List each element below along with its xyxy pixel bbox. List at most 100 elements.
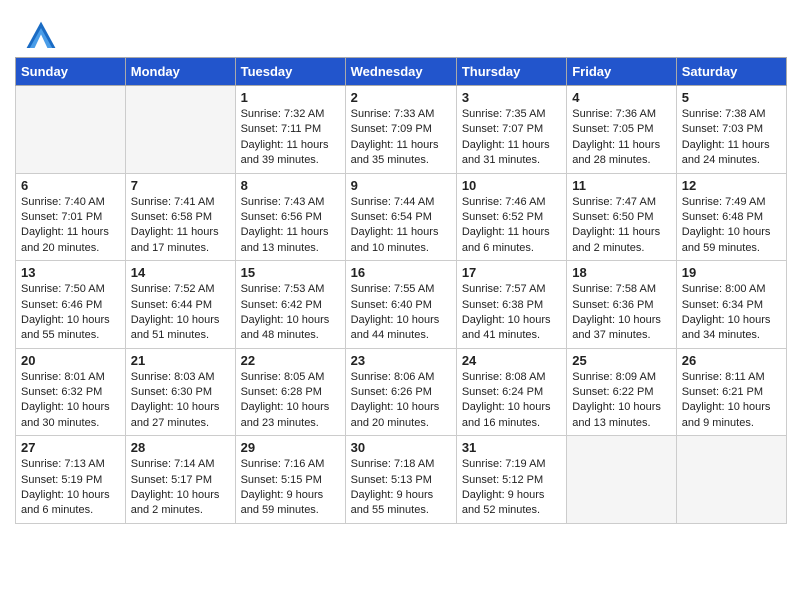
day-info: Sunrise: 7:46 AM Sunset: 6:52 PM Dayligh… [462,195,561,257]
calendar-cell: 18 Sunrise: 7:58 AM Sunset: 6:36 PM Dayli… [567,261,676,349]
day-number: 6 [21,178,120,193]
calendar-cell: 16 Sunrise: 7:55 AM Sunset: 6:40 PM Dayli… [345,261,456,349]
calendar-cell [567,436,676,524]
day-info: Sunrise: 7:58 AM Sunset: 6:36 PM Dayligh… [572,282,670,344]
calendar-cell: 23 Sunrise: 8:06 AM Sunset: 6:26 PM Dayli… [345,348,456,436]
day-info: Sunrise: 7:36 AM Sunset: 7:05 PM Dayligh… [572,107,670,169]
day-number: 18 [572,265,670,280]
calendar-cell: 27 Sunrise: 7:13 AM Sunset: 5:19 PM Dayli… [16,436,126,524]
calendar-header-thursday: Thursday [456,58,566,86]
calendar-cell: 11 Sunrise: 7:47 AM Sunset: 6:50 PM Dayli… [567,173,676,261]
calendar-cell: 15 Sunrise: 7:53 AM Sunset: 6:42 PM Dayli… [235,261,345,349]
day-info: Sunrise: 8:11 AM Sunset: 6:21 PM Dayligh… [682,370,781,432]
calendar-cell: 8 Sunrise: 7:43 AM Sunset: 6:56 PM Daylig… [235,173,345,261]
day-number: 15 [241,265,340,280]
day-number: 31 [462,440,561,455]
calendar-cell: 5 Sunrise: 7:38 AM Sunset: 7:03 PM Daylig… [676,86,786,174]
calendar-week-5: 27 Sunrise: 7:13 AM Sunset: 5:19 PM Dayli… [16,436,787,524]
calendar-cell: 1 Sunrise: 7:32 AM Sunset: 7:11 PM Daylig… [235,86,345,174]
calendar-week-2: 6 Sunrise: 7:40 AM Sunset: 7:01 PM Daylig… [16,173,787,261]
day-number: 28 [131,440,230,455]
day-number: 21 [131,353,230,368]
calendar-cell: 7 Sunrise: 7:41 AM Sunset: 6:58 PM Daylig… [125,173,235,261]
day-info: Sunrise: 7:41 AM Sunset: 6:58 PM Dayligh… [131,195,230,257]
calendar-cell: 9 Sunrise: 7:44 AM Sunset: 6:54 PM Daylig… [345,173,456,261]
calendar-cell: 28 Sunrise: 7:14 AM Sunset: 5:17 PM Dayli… [125,436,235,524]
day-info: Sunrise: 7:52 AM Sunset: 6:44 PM Dayligh… [131,282,230,344]
calendar-cell: 29Sunrise: 7:16 AM Sunset: 5:15 PM Dayli… [235,436,345,524]
day-number: 27 [21,440,120,455]
day-info: Sunrise: 8:00 AM Sunset: 6:34 PM Dayligh… [682,282,781,344]
day-info: Sunrise: 7:13 AM Sunset: 5:19 PM Dayligh… [21,457,120,519]
logo [25,20,61,52]
calendar-cell: 26 Sunrise: 8:11 AM Sunset: 6:21 PM Dayli… [676,348,786,436]
day-info: Sunrise: 7:53 AM Sunset: 6:42 PM Dayligh… [241,282,340,344]
calendar-cell: 2 Sunrise: 7:33 AM Sunset: 7:09 PM Daylig… [345,86,456,174]
calendar-cell: 31Sunrise: 7:19 AM Sunset: 5:12 PM Dayli… [456,436,566,524]
calendar-table: SundayMondayTuesdayWednesdayThursdayFrid… [15,57,787,524]
calendar-week-1: 1 Sunrise: 7:32 AM Sunset: 7:11 PM Daylig… [16,86,787,174]
calendar-header-friday: Friday [567,58,676,86]
day-info: Sunrise: 7:18 AM Sunset: 5:13 PM Dayligh… [351,457,451,519]
calendar-header-row: SundayMondayTuesdayWednesdayThursdayFrid… [16,58,787,86]
day-number: 2 [351,90,451,105]
day-info: Sunrise: 7:50 AM Sunset: 6:46 PM Dayligh… [21,282,120,344]
day-info: Sunrise: 8:08 AM Sunset: 6:24 PM Dayligh… [462,370,561,432]
day-info: Sunrise: 8:05 AM Sunset: 6:28 PM Dayligh… [241,370,340,432]
calendar-cell: 24Sunrise: 8:08 AM Sunset: 6:24 PM Dayli… [456,348,566,436]
day-number: 10 [462,178,561,193]
day-info: Sunrise: 7:49 AM Sunset: 6:48 PM Dayligh… [682,195,781,257]
page-header [10,10,782,57]
day-info: Sunrise: 7:57 AM Sunset: 6:38 PM Dayligh… [462,282,561,344]
day-info: Sunrise: 8:03 AM Sunset: 6:30 PM Dayligh… [131,370,230,432]
calendar-header-wednesday: Wednesday [345,58,456,86]
day-number: 1 [241,90,340,105]
calendar-cell: 14 Sunrise: 7:52 AM Sunset: 6:44 PM Dayli… [125,261,235,349]
day-number: 26 [682,353,781,368]
day-info: Sunrise: 7:47 AM Sunset: 6:50 PM Dayligh… [572,195,670,257]
day-number: 19 [682,265,781,280]
day-number: 7 [131,178,230,193]
day-number: 13 [21,265,120,280]
day-number: 3 [462,90,561,105]
calendar-cell: 4Sunrise: 7:36 AM Sunset: 7:05 PM Daylig… [567,86,676,174]
calendar-cell: 22 Sunrise: 8:05 AM Sunset: 6:28 PM Dayli… [235,348,345,436]
calendar-cell: 3 Sunrise: 7:35 AM Sunset: 7:07 PM Daylig… [456,86,566,174]
calendar-week-3: 13 Sunrise: 7:50 AM Sunset: 6:46 PM Dayli… [16,261,787,349]
calendar-cell: 20 Sunrise: 8:01 AM Sunset: 6:32 PM Dayli… [16,348,126,436]
day-number: 11 [572,178,670,193]
day-number: 20 [21,353,120,368]
day-number: 30 [351,440,451,455]
day-info: Sunrise: 8:06 AM Sunset: 6:26 PM Dayligh… [351,370,451,432]
day-number: 12 [682,178,781,193]
day-info: Sunrise: 7:40 AM Sunset: 7:01 PM Dayligh… [21,195,120,257]
day-number: 16 [351,265,451,280]
calendar-header-tuesday: Tuesday [235,58,345,86]
calendar-cell: 6 Sunrise: 7:40 AM Sunset: 7:01 PM Daylig… [16,173,126,261]
day-info: Sunrise: 7:38 AM Sunset: 7:03 PM Dayligh… [682,107,781,169]
calendar-header-saturday: Saturday [676,58,786,86]
day-info: Sunrise: 7:33 AM Sunset: 7:09 PM Dayligh… [351,107,451,169]
day-number: 14 [131,265,230,280]
day-number: 25 [572,353,670,368]
day-number: 22 [241,353,340,368]
day-info: Sunrise: 7:44 AM Sunset: 6:54 PM Dayligh… [351,195,451,257]
day-number: 5 [682,90,781,105]
calendar-cell: 19 Sunrise: 8:00 AM Sunset: 6:34 PM Dayli… [676,261,786,349]
day-info: Sunrise: 7:43 AM Sunset: 6:56 PM Dayligh… [241,195,340,257]
calendar-cell: 10 Sunrise: 7:46 AM Sunset: 6:52 PM Dayli… [456,173,566,261]
calendar-cell: 12 Sunrise: 7:49 AM Sunset: 6:48 PM Dayli… [676,173,786,261]
day-number: 8 [241,178,340,193]
calendar-cell: 30 Sunrise: 7:18 AM Sunset: 5:13 PM Dayli… [345,436,456,524]
calendar-header-monday: Monday [125,58,235,86]
day-info: Sunrise: 7:55 AM Sunset: 6:40 PM Dayligh… [351,282,451,344]
day-number: 23 [351,353,451,368]
day-info: Sunrise: 7:16 AM Sunset: 5:15 PM Dayligh… [241,457,340,519]
calendar-cell: 25Sunrise: 8:09 AM Sunset: 6:22 PM Dayli… [567,348,676,436]
calendar-cell [676,436,786,524]
day-info: Sunrise: 7:35 AM Sunset: 7:07 PM Dayligh… [462,107,561,169]
day-info: Sunrise: 7:14 AM Sunset: 5:17 PM Dayligh… [131,457,230,519]
day-info: Sunrise: 8:01 AM Sunset: 6:32 PM Dayligh… [21,370,120,432]
day-number: 9 [351,178,451,193]
day-info: Sunrise: 7:32 AM Sunset: 7:11 PM Dayligh… [241,107,340,169]
